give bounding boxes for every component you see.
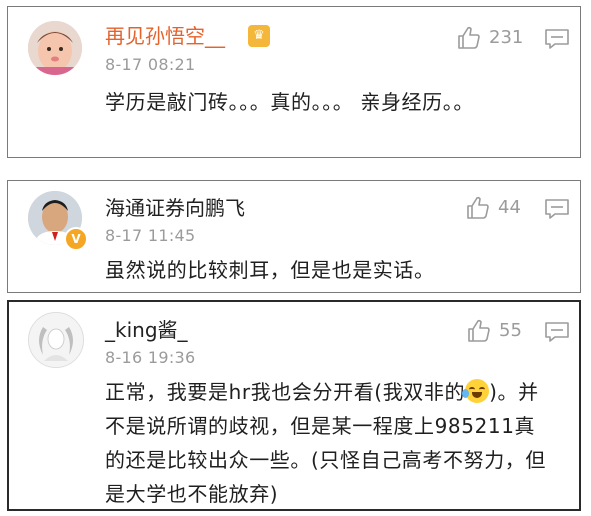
comment-time: 8-16 19:36 [105, 348, 196, 367]
comment-card-2: V 海通证券向鹏飞 8-17 11:45 44 虽然说的比较刺耳，但是也是实话。 [7, 180, 581, 293]
vip-crown-icon: ♛ [248, 25, 270, 47]
reply-icon[interactable] [544, 197, 570, 221]
like-count: 55 [499, 320, 522, 341]
comment-text-part-1: 正常，我要是hr我也会分开看(我双非的 [105, 380, 466, 404]
comment-text: 学历是敲门砖。。。真的。。。 亲身经历。。 [105, 90, 474, 114]
reply-icon[interactable] [544, 27, 570, 51]
user-avatar[interactable] [28, 312, 84, 368]
comment-text: 虽然说的比较刺耳，但是也是实话。 [105, 258, 435, 282]
like-count: 231 [489, 27, 524, 48]
laugh-cry-emoji-icon [462, 379, 490, 403]
comment-time: 8-17 11:45 [105, 226, 196, 245]
reply-icon[interactable] [544, 320, 570, 344]
comment-text: 正常，我要是hr我也会分开看(我双非的)。并不是说所谓的歧视，但是某一程度上98… [105, 375, 550, 511]
like-icon[interactable] [467, 319, 491, 343]
verified-v-icon: V [64, 227, 88, 251]
username[interactable]: 海通证券向鹏飞 [105, 196, 245, 220]
like-icon[interactable] [457, 26, 481, 50]
username[interactable]: _king酱_ [105, 318, 188, 342]
user-avatar[interactable] [28, 21, 82, 75]
like-icon[interactable] [466, 196, 490, 220]
comment-time: 8-17 08:21 [105, 55, 196, 74]
username[interactable]: 再见孙悟空__ [105, 24, 225, 48]
comment-card-3: _king酱_ 8-16 19:36 55 正常，我要是hr我也会分开看(我双非… [7, 300, 581, 511]
comment-card-1: 再见孙悟空__ ♛ 8-17 08:21 231 学历是敲门砖。。。真的。。。 … [7, 6, 581, 158]
like-count: 44 [498, 197, 521, 218]
